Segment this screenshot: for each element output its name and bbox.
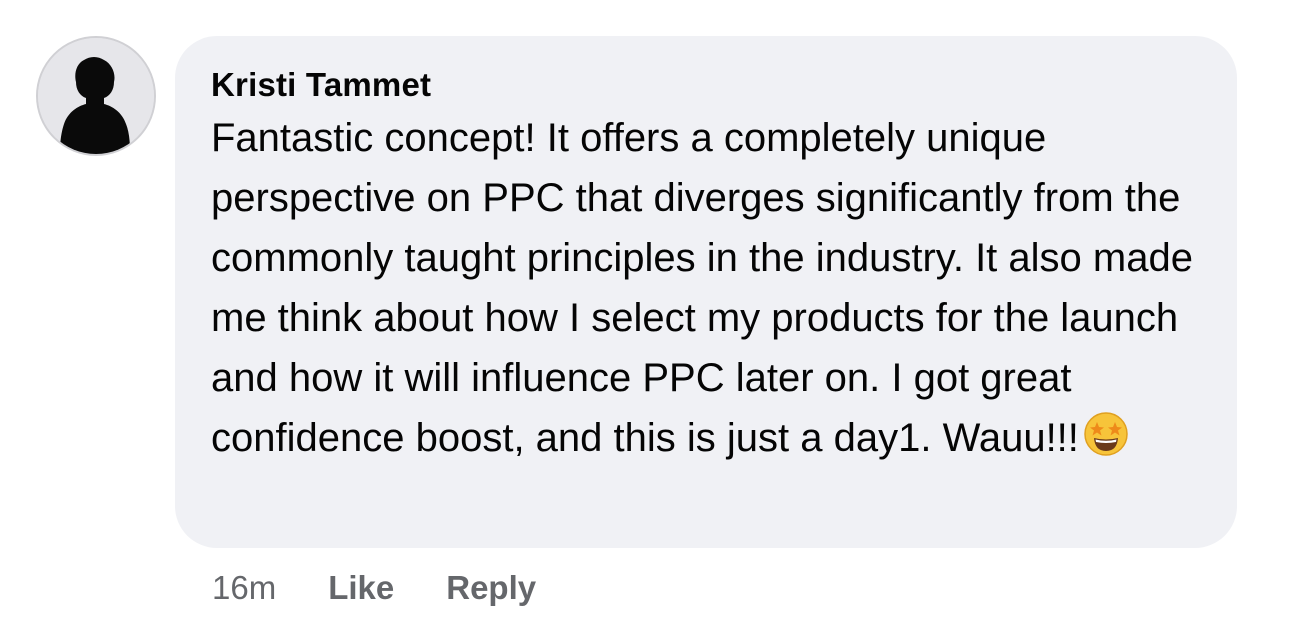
person-silhouette-icon [38,38,154,154]
avatar[interactable] [36,36,156,156]
comment-actions: 16m Like Reply [212,566,588,610]
comment-body: Fantastic concept! It offers a completel… [211,108,1211,474]
comment-text: Fantastic concept! It offers a completel… [211,116,1193,460]
like-button[interactable]: Like [328,569,394,607]
comment-timestamp[interactable]: 16m [212,569,276,607]
star-struck-emoji-icon [1083,411,1129,474]
reply-button[interactable]: Reply [446,569,536,607]
comment-author[interactable]: Kristi Tammet [211,64,1201,106]
comment-bubble: Kristi Tammet Fantastic concept! It offe… [175,36,1237,548]
comment: Kristi Tammet Fantastic concept! It offe… [0,0,1290,631]
